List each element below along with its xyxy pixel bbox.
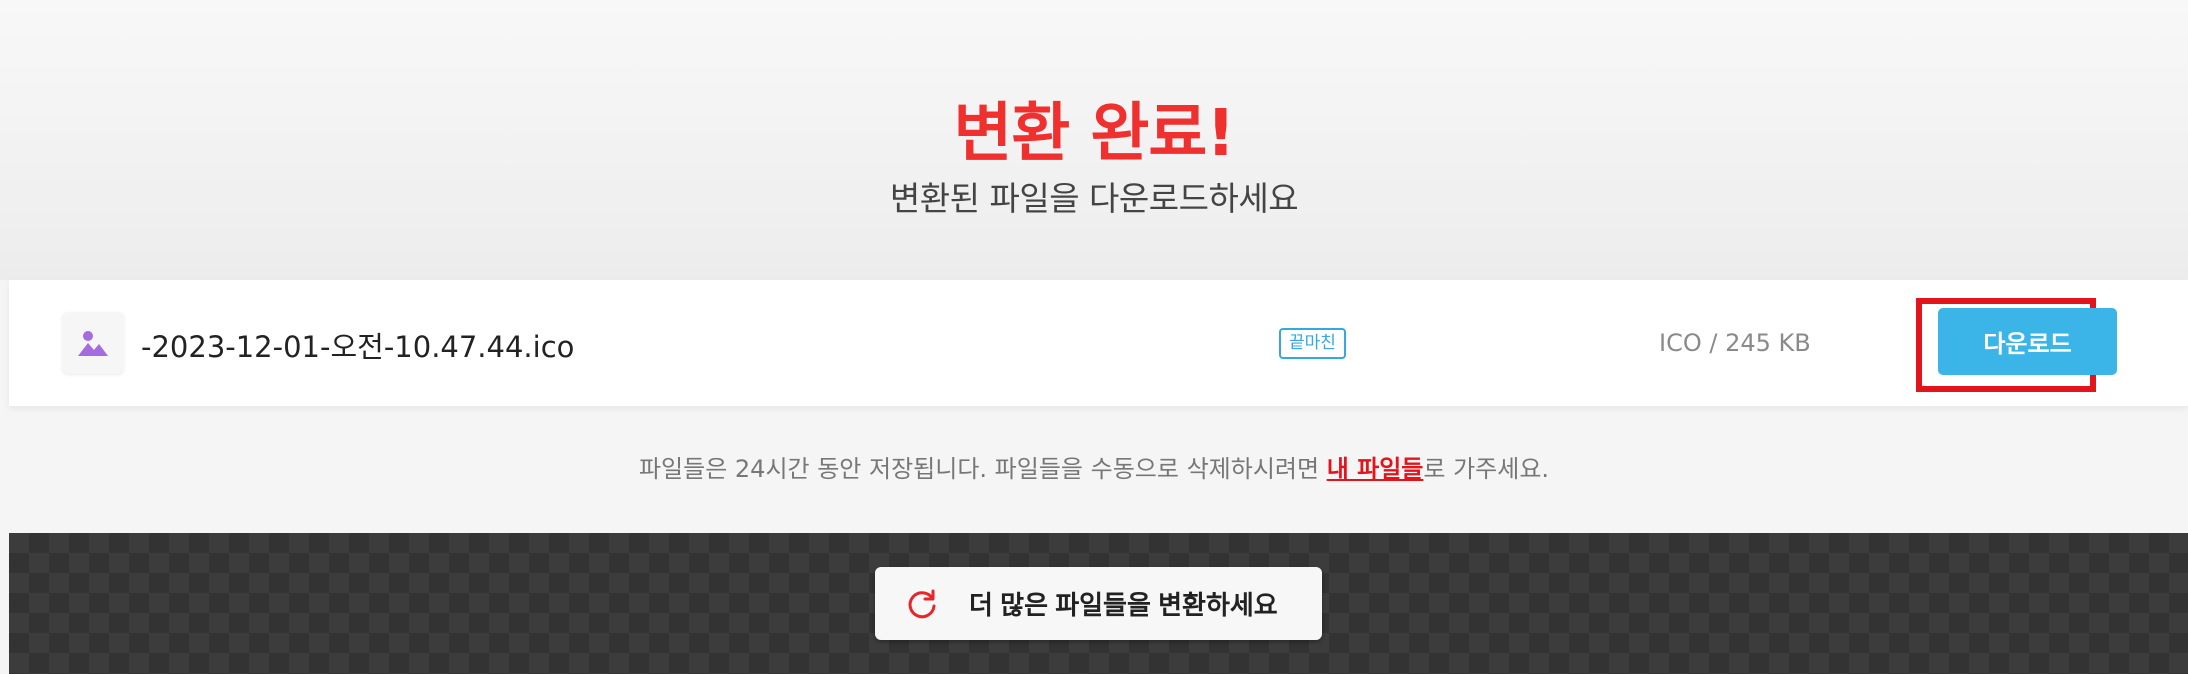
notice-text-after: 로 가주세요.: [1423, 455, 1550, 483]
image-icon: [62, 312, 124, 374]
convert-more-button[interactable]: 더 많은 파일들을 변환하세요: [875, 567, 1322, 640]
my-files-link[interactable]: 내 파일들: [1327, 455, 1424, 483]
download-button[interactable]: 다운로드: [1938, 308, 2117, 375]
notice-text-before: 파일들은 24시간 동안 저장됩니다. 파일들을 수동으로 삭제하시려면: [638, 455, 1327, 483]
storage-notice: 파일들은 24시간 동안 저장됩니다. 파일들을 수동으로 삭제하시려면 내 파…: [0, 449, 2188, 484]
file-format-size: ICO / 245 KB: [1659, 329, 1811, 357]
refresh-icon: [908, 589, 936, 618]
convert-more-label: 더 많은 파일들을 변환하세요: [969, 590, 1278, 620]
file-name: -2023-12-01-오전-10.47.44.ico: [141, 330, 575, 364]
result-header: 변환 완료! 변환된 파일을 다운로드하세요: [0, 0, 2188, 280]
page-subtitle: 변환된 파일을 다운로드하세요: [889, 179, 1299, 218]
page-title: 변환 완료!: [953, 97, 1236, 171]
file-row: -2023-12-01-오전-10.47.44.ico 끝마친 ICO / 24…: [9, 280, 2188, 406]
status-badge: 끝마친: [1279, 328, 1346, 359]
